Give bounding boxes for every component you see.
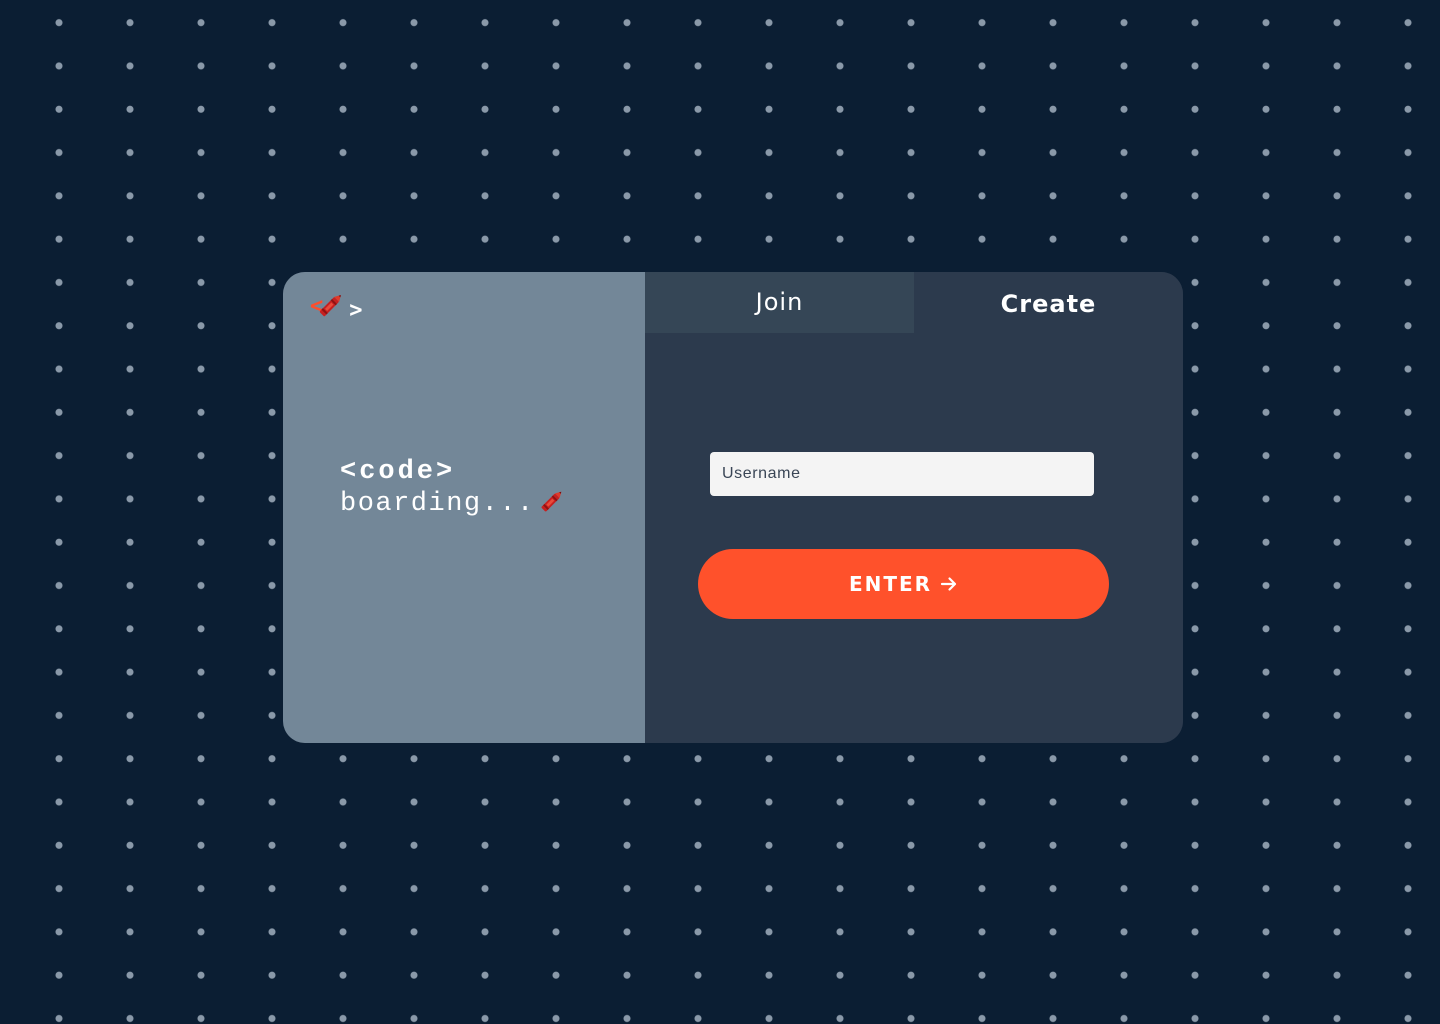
brand-title: <code> boarding...: [340, 458, 567, 518]
logo-close-bracket: >: [349, 298, 363, 323]
username-input[interactable]: [710, 452, 1094, 496]
crayon-icon: [315, 289, 347, 321]
arrow-right-icon: [940, 577, 957, 591]
login-card: < > <code> boarding... Join Create ENTER: [283, 272, 1183, 743]
enter-button-label: ENTER: [848, 572, 933, 596]
brand-title-line1: <code>: [340, 457, 456, 487]
branding-panel: < > <code> boarding...: [283, 272, 645, 743]
enter-button[interactable]: ENTER: [698, 549, 1109, 619]
crayon-icon: [537, 486, 567, 516]
tab-create[interactable]: Create: [914, 272, 1183, 333]
page-background: { "app": { "logo": { "open_bracket": "<"…: [0, 0, 1440, 1024]
brand-title-line2: boarding...: [340, 489, 535, 519]
tab-bar: Join Create: [645, 272, 1183, 333]
app-logo: < >: [310, 292, 363, 322]
form-panel: Join Create ENTER: [645, 272, 1183, 743]
tab-join[interactable]: Join: [645, 272, 914, 333]
brand-title-line2-row: boarding...: [340, 486, 567, 518]
